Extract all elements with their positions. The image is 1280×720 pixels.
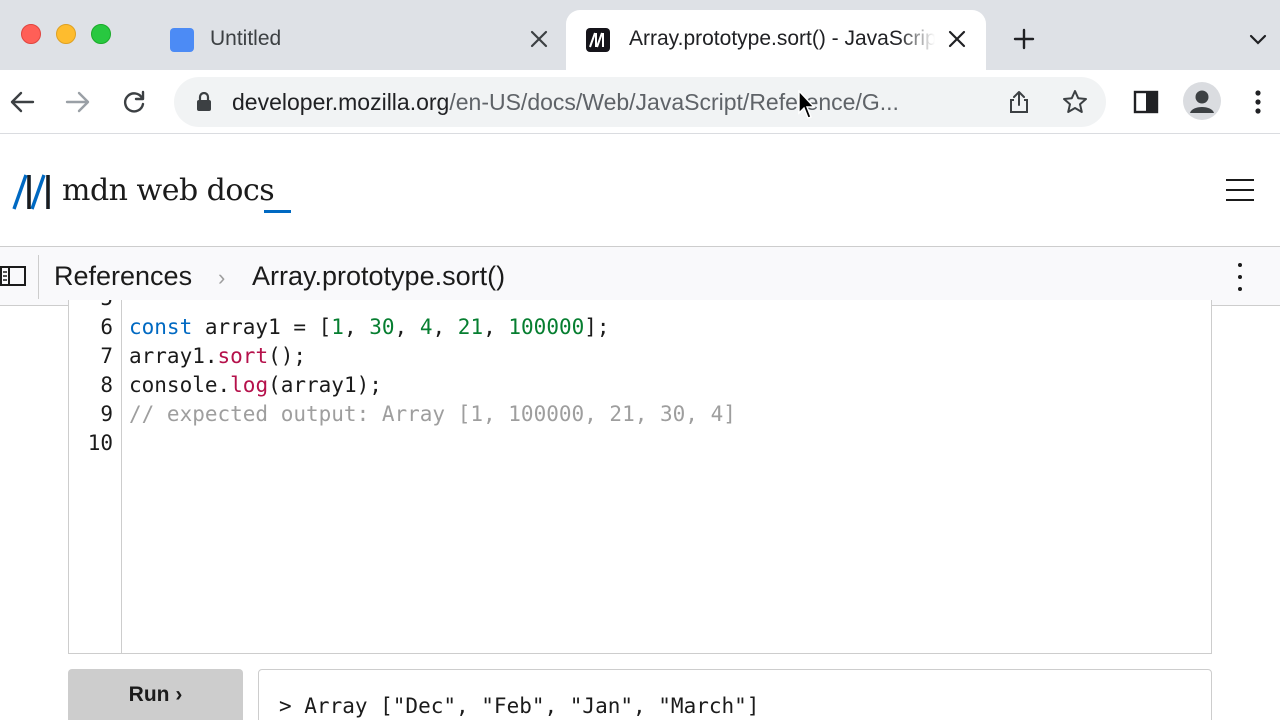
code-token: // expected output: Array [1, 100000, 21… bbox=[129, 402, 736, 426]
url-path: /en-US/docs/Web/JavaScript/Reference/G..… bbox=[449, 89, 899, 115]
close-icon bbox=[948, 30, 966, 48]
address-bar[interactable]: developer.mozilla.org/en-US/docs/Web/Jav… bbox=[174, 77, 1106, 127]
code-token: 21 bbox=[457, 315, 484, 339]
tab-search-button[interactable] bbox=[1246, 28, 1270, 52]
code-token: array1 = [ bbox=[192, 315, 332, 339]
code-token: (); bbox=[268, 344, 307, 368]
line-number-gutter: 5 6 7 8 9 10 bbox=[69, 300, 122, 653]
mouse-pointer-icon bbox=[798, 90, 816, 119]
sidebar-toggle-icon[interactable] bbox=[0, 262, 28, 290]
profile-avatar[interactable] bbox=[1183, 82, 1221, 120]
breadcrumb: References › Array.prototype.sort() bbox=[0, 246, 1280, 306]
console-output-text: > Array ["Dec", "Feb", "Jan", "March"] bbox=[279, 694, 760, 718]
lock-icon[interactable] bbox=[196, 92, 212, 112]
tab-array-sort[interactable]: Array.prototype.sort() - JavaScript | MD… bbox=[566, 10, 986, 70]
line-number: 9 bbox=[100, 402, 113, 426]
side-panel-icon bbox=[1133, 90, 1159, 114]
run-button[interactable]: Run › bbox=[68, 669, 243, 720]
code-token: , bbox=[343, 315, 370, 339]
minimize-window-button[interactable] bbox=[56, 24, 76, 44]
logo-cursor bbox=[264, 210, 291, 213]
line-number: 8 bbox=[100, 373, 113, 397]
url-text[interactable]: developer.mozilla.org/en-US/docs/Web/Jav… bbox=[232, 89, 992, 116]
code-token: , bbox=[432, 315, 458, 339]
dot bbox=[1238, 275, 1242, 279]
more-vertical-icon bbox=[1255, 90, 1261, 114]
mdn-icon bbox=[586, 28, 610, 52]
close-window-button[interactable] bbox=[21, 24, 41, 44]
breadcrumb-current[interactable]: Array.prototype.sort() bbox=[252, 261, 505, 292]
reload-icon bbox=[123, 90, 145, 113]
close-icon bbox=[530, 30, 548, 48]
close-tab-button[interactable] bbox=[526, 26, 552, 52]
line-number: 10 bbox=[87, 431, 113, 455]
browser-menu-button[interactable] bbox=[1242, 86, 1274, 118]
hamburger-line bbox=[1226, 199, 1254, 201]
arrow-left-icon bbox=[10, 91, 35, 113]
line-number: 6 bbox=[100, 315, 113, 339]
breadcrumb-references[interactable]: References bbox=[54, 261, 192, 292]
share-icon[interactable] bbox=[1006, 89, 1032, 115]
code-token: 30 bbox=[369, 315, 395, 339]
reload-button[interactable] bbox=[118, 86, 150, 118]
code-token: log bbox=[230, 373, 269, 397]
code-token: sort bbox=[217, 344, 269, 368]
person-icon bbox=[1190, 90, 1214, 113]
code-line[interactable]: const array1 = [1, 30, 4, 21, 100000]; bbox=[129, 315, 610, 339]
new-tab-button[interactable] bbox=[1010, 25, 1038, 53]
plus-icon bbox=[1013, 28, 1035, 50]
chevron-down-icon bbox=[1249, 34, 1267, 45]
console-output: > Array ["Dec", "Feb", "Jan", "March"] bbox=[258, 669, 1212, 720]
breadcrumb-separator: › bbox=[218, 265, 226, 290]
code-token: 4 bbox=[419, 315, 433, 339]
code-token: (array1); bbox=[268, 373, 382, 397]
line-number: 7 bbox=[100, 344, 113, 368]
code-token: , bbox=[394, 315, 420, 339]
bookmark-star-icon[interactable] bbox=[1061, 88, 1089, 116]
hamburger-line bbox=[1226, 189, 1254, 191]
forward-button[interactable] bbox=[62, 86, 94, 118]
code-line[interactable]: // expected output: Array [1, 100000, 21… bbox=[129, 402, 736, 426]
divider bbox=[38, 255, 39, 299]
code-token: ]; bbox=[584, 315, 610, 339]
code-token: console. bbox=[129, 373, 231, 397]
tab-title: Untitled bbox=[210, 27, 282, 50]
mdn-logo-icon[interactable] bbox=[12, 173, 54, 211]
back-button[interactable] bbox=[6, 86, 38, 118]
dot bbox=[1238, 263, 1242, 267]
mdn-header: mdn web docs bbox=[0, 135, 1280, 245]
url-host: developer.mozilla.org bbox=[232, 89, 450, 115]
tab-untitled[interactable]: Untitled bbox=[160, 10, 560, 70]
code-line[interactable]: array1.sort(); bbox=[129, 344, 306, 368]
zoom-window-button[interactable] bbox=[91, 24, 111, 44]
menu-button[interactable] bbox=[1226, 179, 1254, 201]
page-actions-button[interactable] bbox=[1232, 263, 1248, 291]
close-tab-button[interactable] bbox=[944, 26, 970, 52]
code-token: , bbox=[483, 315, 509, 339]
arrow-right-icon bbox=[65, 91, 90, 113]
code-token: 1 bbox=[331, 315, 344, 339]
dot bbox=[1238, 287, 1242, 291]
browser-toolbar: developer.mozilla.org/en-US/docs/Web/Jav… bbox=[0, 70, 1280, 134]
code-editor[interactable]: 5 6 7 8 9 10 const array1 = [1, 30, 4, 21, 10… bbox=[68, 300, 1212, 654]
code-line[interactable]: console.log(array1); bbox=[129, 373, 382, 397]
mdn-logo-text[interactable]: mdn web docs bbox=[62, 173, 275, 208]
hamburger-line bbox=[1226, 179, 1254, 181]
code-token: array1. bbox=[129, 344, 218, 368]
line-number: 5 bbox=[100, 300, 113, 310]
tab-title: Array.prototype.sort() - JavaScript | MD… bbox=[629, 27, 935, 50]
code-token: const bbox=[129, 315, 193, 339]
doc-icon bbox=[170, 28, 194, 52]
tab-strip: Untitled Array.prototype.sort() - JavaSc… bbox=[0, 0, 1280, 70]
side-panel-button[interactable] bbox=[1130, 86, 1162, 118]
code-token: 100000 bbox=[508, 315, 585, 339]
